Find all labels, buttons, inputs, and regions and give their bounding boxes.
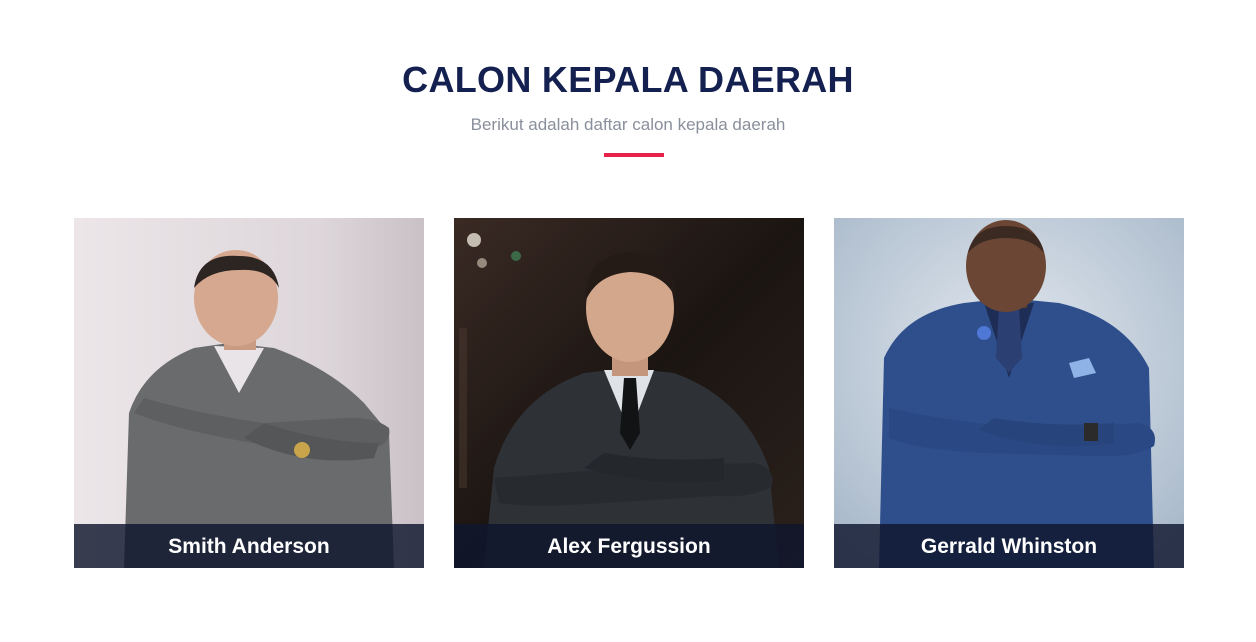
candidate-photo [454,218,804,568]
candidate-name: Smith Anderson [74,524,424,568]
candidate-photo [74,218,424,568]
title-divider [604,153,664,157]
candidates-section: CALON KEPALA DAERAH Berikut adalah dafta… [0,0,1256,642]
candidate-card-smith-anderson[interactable]: Smith Anderson [74,218,424,568]
candidate-name: Gerrald Whinston [834,524,1184,568]
candidate-name: Alex Fergussion [454,524,804,568]
candidate-card-alex-fergussion[interactable]: Alex Fergussion [454,218,804,568]
candidate-card-gerrald-whinston[interactable]: Gerrald Whinston [834,218,1184,568]
section-title: CALON KEPALA DAERAH [402,59,854,100]
candidate-photo [834,218,1184,568]
section-subtitle: Berikut adalah daftar calon kepala daera… [470,115,786,134]
